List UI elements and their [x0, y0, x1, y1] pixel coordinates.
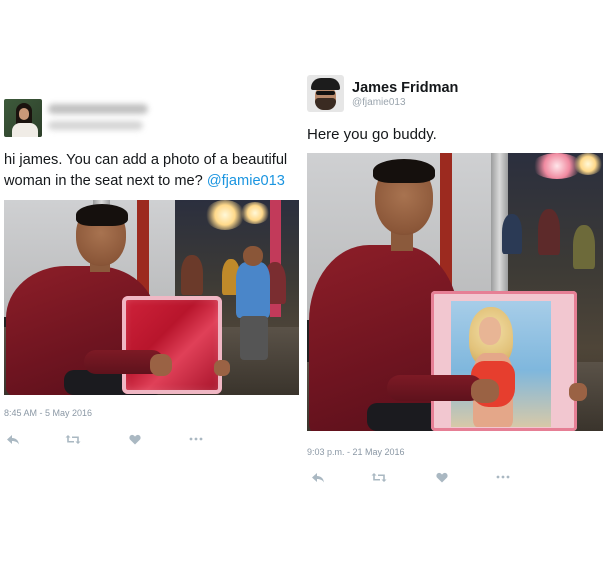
timestamp-left[interactable]: 8:45 AM - 5 May 2016 — [4, 408, 92, 418]
avatar-left[interactable] — [4, 99, 42, 137]
tweet-text-left: hi james. You can add a photo of a beaut… — [4, 150, 304, 192]
retweet-icon[interactable] — [64, 432, 82, 446]
blurred-display-name — [48, 104, 148, 114]
reply-icon[interactable] — [309, 470, 327, 484]
tweet-text-right: Here you go buddy. — [307, 126, 437, 143]
more-icon[interactable] — [187, 432, 205, 446]
more-icon[interactable] — [494, 470, 512, 484]
handle-right[interactable]: @fjamie013 — [352, 97, 406, 108]
retweet-icon[interactable] — [370, 470, 388, 484]
tweet-photo-right[interactable] — [307, 153, 603, 431]
like-icon[interactable] — [126, 432, 144, 446]
mention-link[interactable]: @fjamie013 — [207, 173, 285, 189]
display-name-right[interactable]: James Fridman — [352, 80, 458, 96]
reply-icon[interactable] — [4, 432, 22, 446]
blurred-handle — [48, 121, 143, 130]
timestamp-right[interactable]: 9:03 p.m. - 21 May 2016 — [307, 447, 405, 457]
avatar-right[interactable] — [307, 75, 344, 112]
tweet-photo-left[interactable] — [4, 200, 299, 395]
like-icon[interactable] — [433, 470, 451, 484]
